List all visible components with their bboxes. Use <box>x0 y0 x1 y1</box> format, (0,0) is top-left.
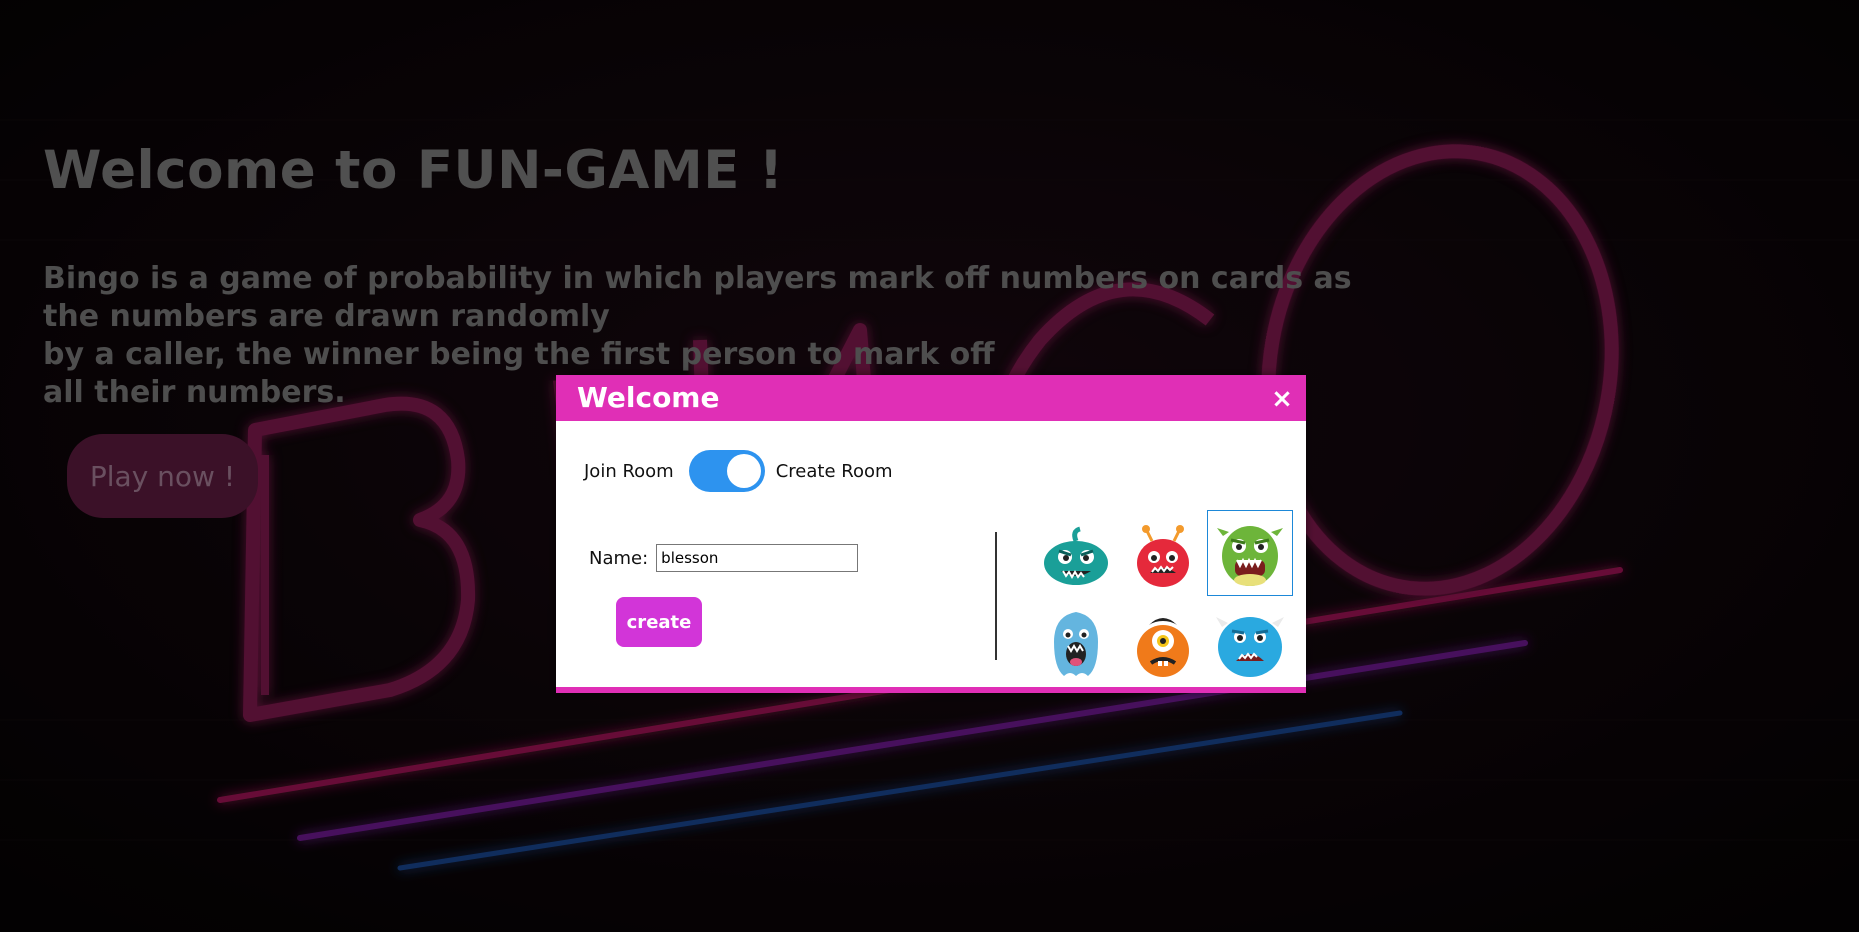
green-monster-icon <box>1217 526 1283 586</box>
orange-cyclops-monster-avatar[interactable] <box>1120 601 1206 687</box>
blue-tall-monster-avatar[interactable] <box>1033 601 1119 687</box>
name-row: Name: <box>589 544 859 572</box>
intro-line: Bingo is a game of probability in which … <box>43 261 1352 296</box>
intro-line: the numbers are drawn randomly <box>43 299 610 334</box>
teal-monster-avatar[interactable] <box>1033 513 1119 599</box>
page-title: Welcome to FUN-GAME ! <box>43 140 784 201</box>
create-button[interactable]: create <box>616 597 702 647</box>
create-room-label: Create Room <box>775 460 893 482</box>
intro-line: by a caller, the winner being the first … <box>43 337 995 372</box>
modal-footer-bar <box>556 687 1306 693</box>
room-mode-switch[interactable] <box>688 450 765 492</box>
green-monster-avatar[interactable] <box>1207 510 1293 596</box>
modal-header: Welcome × <box>556 375 1306 421</box>
blue-furry-monster-avatar[interactable] <box>1207 601 1293 687</box>
red-monster-icon <box>1137 525 1189 587</box>
room-mode-toggle-row: Join Room Create Room <box>584 449 893 493</box>
join-room-label: Join Room <box>584 460 674 482</box>
welcome-modal: Welcome × Join Room Create Room Name: cr… <box>556 375 1306 693</box>
orange-cyclops-icon <box>1137 618 1189 677</box>
blue-furry-monster-icon <box>1216 617 1284 677</box>
close-icon[interactable]: × <box>1270 386 1294 412</box>
red-antenna-monster-avatar[interactable] <box>1120 513 1206 599</box>
blue-tall-monster-icon <box>1054 612 1098 676</box>
switch-knob <box>726 454 761 488</box>
play-now-button[interactable]: Play now ! <box>67 434 258 518</box>
teal-monster-icon <box>1044 526 1108 585</box>
modal-title: Welcome <box>577 381 720 414</box>
divider <box>995 532 997 660</box>
name-label: Name: <box>589 547 649 569</box>
name-input[interactable] <box>656 544 859 572</box>
